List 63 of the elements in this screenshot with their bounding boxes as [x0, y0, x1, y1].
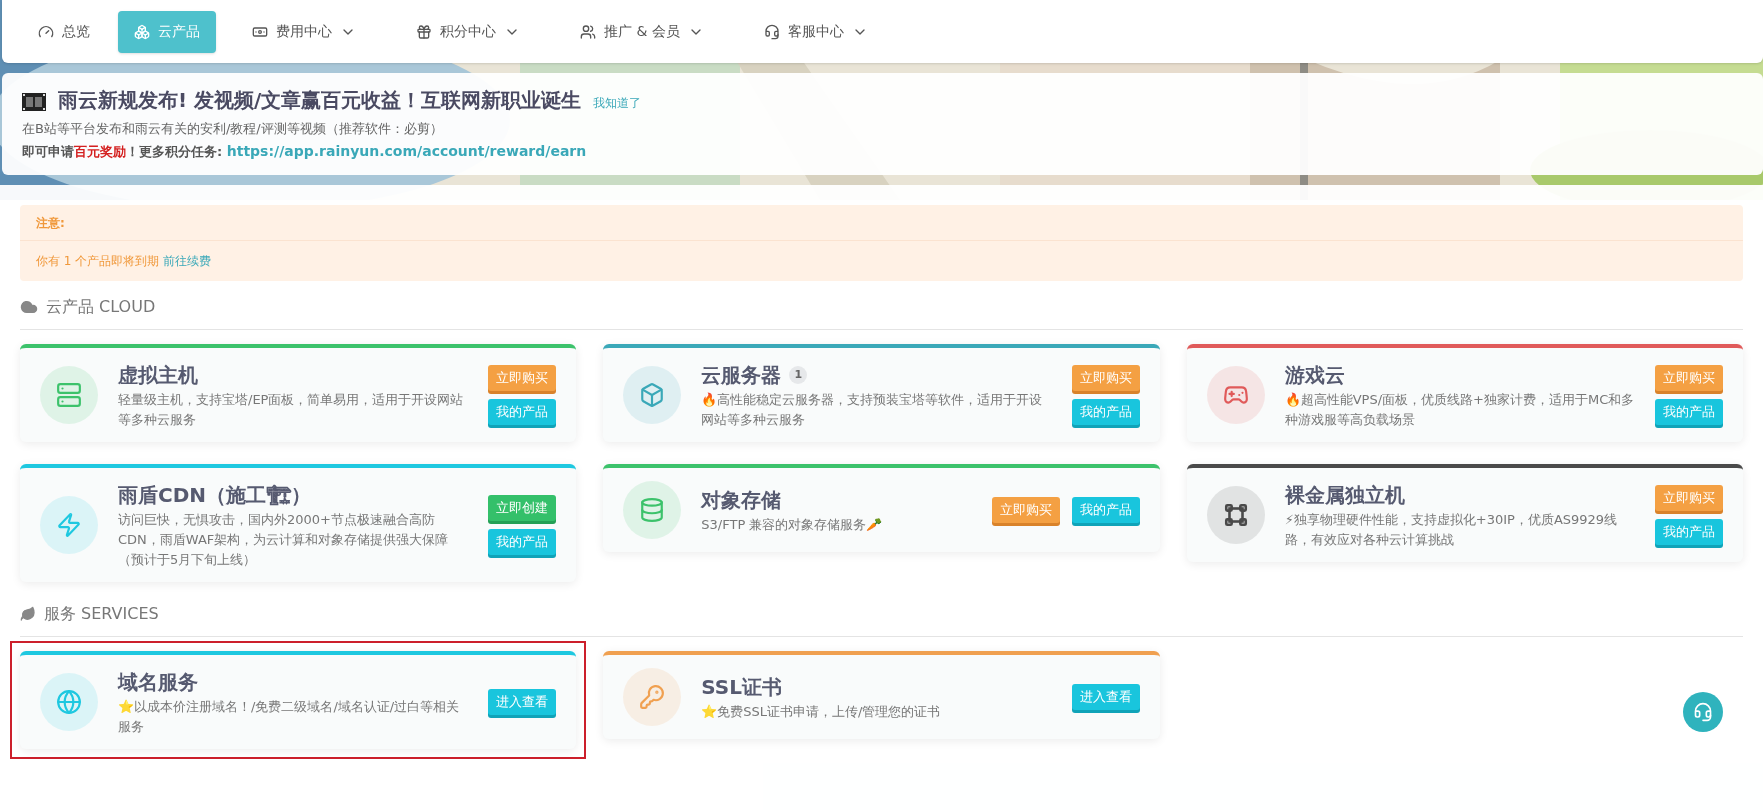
- notice-title: 注意:: [36, 214, 65, 232]
- cloud-icon: [20, 298, 38, 316]
- card-title: 游戏云: [1284, 362, 1345, 389]
- nav-item[interactable]: 费用中心: [236, 10, 372, 53]
- card-title: 雨盾CDN（施工🏗）: [118, 482, 312, 509]
- view-button[interactable]: 进入查看: [488, 689, 557, 715]
- lightning-icon: [56, 512, 82, 538]
- headset-icon: [1693, 702, 1713, 722]
- notice-message: 你有 1 个产品即将到期: [36, 253, 160, 270]
- nav-item[interactable]: 客服中心: [747, 10, 884, 53]
- banner-text: 在B站等平台发布和雨云有关的安利/教程/评测等视频（推荐软件：必剪）: [22, 120, 444, 138]
- card-description: ⭐以成本价注册域名！/免费二级域名/域名认证/过白等相关服务: [118, 698, 461, 736]
- my-products-button[interactable]: 我的产品: [1655, 399, 1723, 425]
- nav-item[interactable]: 推广 & 会员: [564, 10, 720, 53]
- card-description: 🔥超高性能VPS/面板，优质线路+独家计费，适用于MC和多种游戏服等高负载场景: [1284, 391, 1635, 429]
- reward-link[interactable]: https://app.rainyun.com/account/reward/earn: [226, 142, 587, 159]
- buy-button[interactable]: 立即购买: [1071, 365, 1140, 391]
- card-description: 🔥高性能稳定云服务器，支持预装宝塔等软件，适用于开设网站等多种云服务: [701, 391, 1044, 429]
- headset-icon: [763, 23, 780, 40]
- nav-item[interactable]: 云产品: [118, 10, 216, 53]
- card-description: S3/FTP 兼容的对象存储服务🥕: [701, 516, 884, 534]
- gauge-icon: [38, 23, 54, 40]
- server-icon: [56, 382, 82, 408]
- my-products-button[interactable]: 我的产品: [1655, 519, 1723, 545]
- view-button[interactable]: 进入查看: [1071, 684, 1140, 710]
- card-title: 裸金属独立机: [1284, 482, 1405, 509]
- card-description: ⚡独享物理硬件性能，支持虚拟化+30IP，优质AS9929线路，有效应对各种云计算挑战: [1284, 511, 1619, 549]
- card-description: 轻量级主机，支持宝塔/EP面板，简单易用，适用于开设网站等多种云服务: [118, 391, 465, 429]
- count-badge: 1: [789, 366, 808, 384]
- my-products-button[interactable]: 我的产品: [488, 399, 557, 425]
- buy-button[interactable]: 立即购买: [1655, 485, 1723, 511]
- my-products-button[interactable]: 我的产品: [488, 529, 557, 555]
- create-button[interactable]: 立即创建: [488, 495, 557, 521]
- card-title: 虚拟主机: [118, 362, 198, 389]
- card-description: ⭐免费SSL证书申请，上传/管理您的证书: [701, 703, 942, 721]
- card-description: 访问巨快，无惧攻击，国内外2000+节点极速融合高防CDN，雨盾WAF架构，为云计算和对象存储提供强大保障（预计于5月下旬上线）: [118, 511, 450, 569]
- buy-button[interactable]: 立即购买: [1655, 365, 1723, 391]
- cube-icon: [639, 382, 666, 408]
- film-strip-icon: [22, 93, 46, 111]
- reward-text: 即可申请百元奖励！更多积分任务: https://app.rainyun.com/account/reward/earn: [22, 141, 588, 161]
- buy-button[interactable]: 立即购买: [488, 365, 557, 391]
- my-products-button[interactable]: 我的产品: [1071, 399, 1140, 425]
- nav-item[interactable]: 总览: [22, 10, 106, 53]
- section-title: 服务 SERVICES: [44, 603, 159, 625]
- frame-icon: [1222, 502, 1249, 528]
- dismiss-link[interactable]: 我知道了: [593, 94, 642, 112]
- section-title: 云产品 CLOUD: [46, 296, 156, 318]
- my-products-button[interactable]: 我的产品: [1071, 497, 1140, 523]
- boxes-icon: [134, 23, 150, 40]
- leaf-icon: [20, 606, 36, 622]
- users-icon: [580, 23, 596, 40]
- nav-item[interactable]: 积分中心: [400, 10, 536, 53]
- card-title: 对象存储: [701, 487, 782, 514]
- renew-link[interactable]: 前往续费: [163, 252, 212, 270]
- buy-button[interactable]: 立即购买: [991, 497, 1060, 523]
- banner-title: 雨云新规发布! 发视频/文章赢百元收益！互联网新职业诞生: [58, 87, 582, 114]
- card-title: 云服务器: [701, 362, 782, 389]
- card-title: SSL证书: [701, 674, 782, 701]
- card-title: 域名服务: [118, 669, 198, 696]
- database-icon: [639, 497, 666, 523]
- gift-icon: [416, 23, 432, 40]
- key-icon: [639, 684, 666, 710]
- globe-icon: [56, 689, 82, 715]
